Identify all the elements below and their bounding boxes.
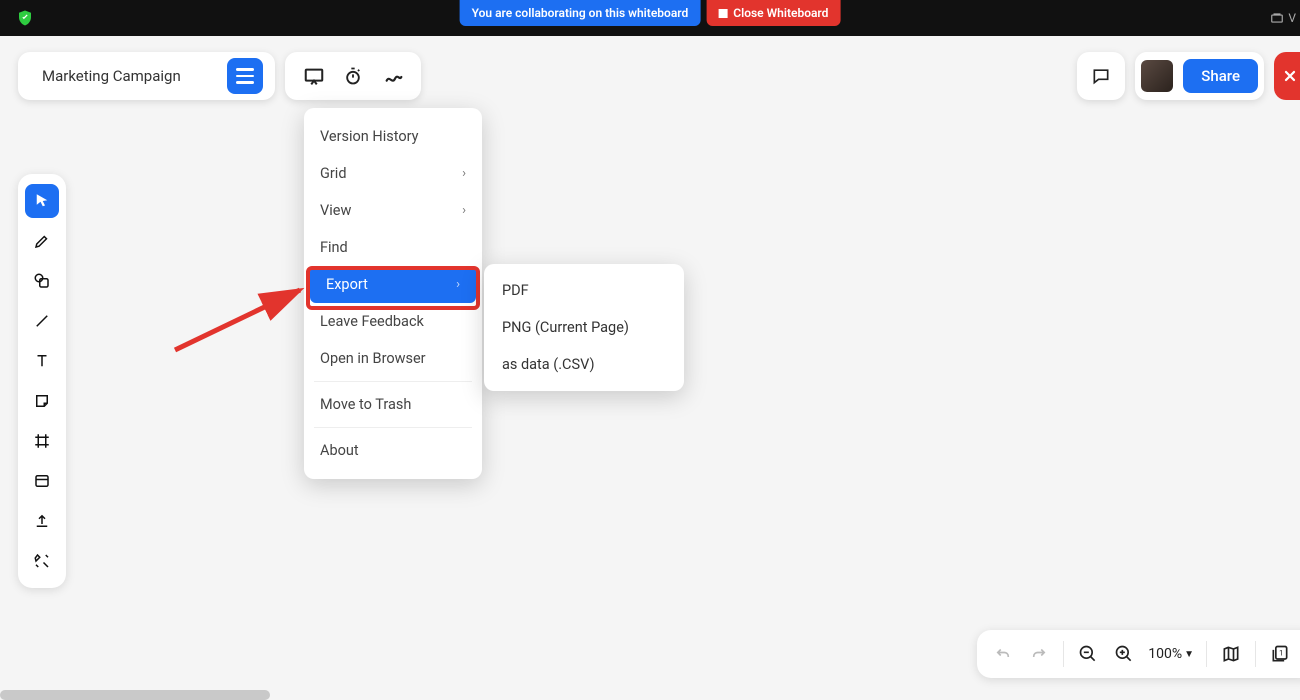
separator [1206, 641, 1207, 667]
header-right: Share [1077, 52, 1300, 100]
tool-sidebar [18, 174, 66, 588]
menu-divider [314, 381, 472, 382]
redo-button[interactable] [1027, 642, 1051, 666]
title-card: Marketing Campaign [18, 52, 275, 100]
more-tools[interactable] [25, 544, 59, 578]
present-icon[interactable] [303, 66, 323, 86]
menu-open-in-browser[interactable]: Open in Browser [304, 340, 482, 377]
menu-view[interactable]: View› [304, 192, 482, 229]
share-button-label: Share [1201, 67, 1240, 85]
topbar-right-label: V [1288, 11, 1296, 25]
chevron-right-icon: › [462, 203, 466, 218]
shield-icon [16, 9, 34, 27]
export-csv[interactable]: as data (.CSV) [484, 346, 684, 383]
separator [1255, 641, 1256, 667]
whiteboard-title[interactable]: Marketing Campaign [42, 67, 181, 85]
separator [1063, 641, 1064, 667]
comments-button[interactable] [1077, 52, 1125, 100]
menu-find[interactable]: Find [304, 229, 482, 266]
collab-banner-label: You are collaborating on this whiteboard [472, 6, 689, 20]
app-topbar: You are collaborating on this whiteboard… [0, 0, 1300, 36]
main-menu-button[interactable] [227, 58, 263, 94]
menu-export[interactable]: Export› [310, 266, 476, 303]
shapes-tool[interactable] [25, 264, 59, 298]
header-tools [285, 52, 421, 100]
main-menu-dropdown: Version History Grid› View› Find Export›… [304, 108, 482, 479]
zoom-out-button[interactable] [1076, 642, 1100, 666]
text-tool[interactable] [25, 344, 59, 378]
upload-tool[interactable] [25, 504, 59, 538]
topbar-right: V [1270, 11, 1296, 25]
caret-down-icon: ▼ [1184, 649, 1194, 660]
frame-tool[interactable] [25, 424, 59, 458]
line-tool[interactable] [25, 304, 59, 338]
menu-version-history[interactable]: Version History [304, 118, 482, 155]
menu-about[interactable]: About [304, 432, 482, 469]
user-avatar[interactable] [1141, 60, 1173, 92]
undo-button[interactable] [991, 642, 1015, 666]
stop-icon [718, 9, 727, 18]
menu-divider [314, 427, 472, 428]
scribble-icon[interactable] [383, 66, 403, 86]
close-panel-button[interactable] [1274, 52, 1300, 100]
export-submenu: PDF PNG (Current Page) as data (.CSV) [484, 264, 684, 391]
chevron-right-icon: › [456, 277, 460, 292]
chevron-right-icon: › [462, 166, 466, 181]
header-left: Marketing Campaign [18, 52, 421, 100]
zoom-in-button[interactable] [1112, 642, 1136, 666]
export-png[interactable]: PNG (Current Page) [484, 309, 684, 346]
svg-text:1: 1 [1279, 649, 1283, 658]
horizontal-scrollbar[interactable] [0, 690, 270, 700]
export-pdf[interactable]: PDF [484, 272, 684, 309]
close-whiteboard-label: Close Whiteboard [733, 6, 828, 20]
share-button[interactable]: Share [1183, 59, 1258, 93]
zoom-level[interactable]: 100% ▼ [1148, 646, 1194, 662]
pen-tool[interactable] [25, 224, 59, 258]
menu-move-to-trash[interactable]: Move to Trash [304, 386, 482, 423]
close-whiteboard-button[interactable]: Close Whiteboard [706, 0, 840, 26]
pages-button[interactable]: 1 [1268, 642, 1292, 666]
select-tool[interactable] [25, 184, 59, 218]
timer-icon[interactable] [343, 66, 363, 86]
bottom-toolbar: 100% ▼ 1 [977, 630, 1300, 678]
menu-grid[interactable]: Grid› [304, 155, 482, 192]
sticky-note-tool[interactable] [25, 384, 59, 418]
share-card: Share [1135, 52, 1264, 100]
minimap-button[interactable] [1219, 642, 1243, 666]
collab-banner[interactable]: You are collaborating on this whiteboard [460, 0, 701, 26]
template-tool[interactable] [25, 464, 59, 498]
menu-leave-feedback[interactable]: Leave Feedback [304, 303, 482, 340]
